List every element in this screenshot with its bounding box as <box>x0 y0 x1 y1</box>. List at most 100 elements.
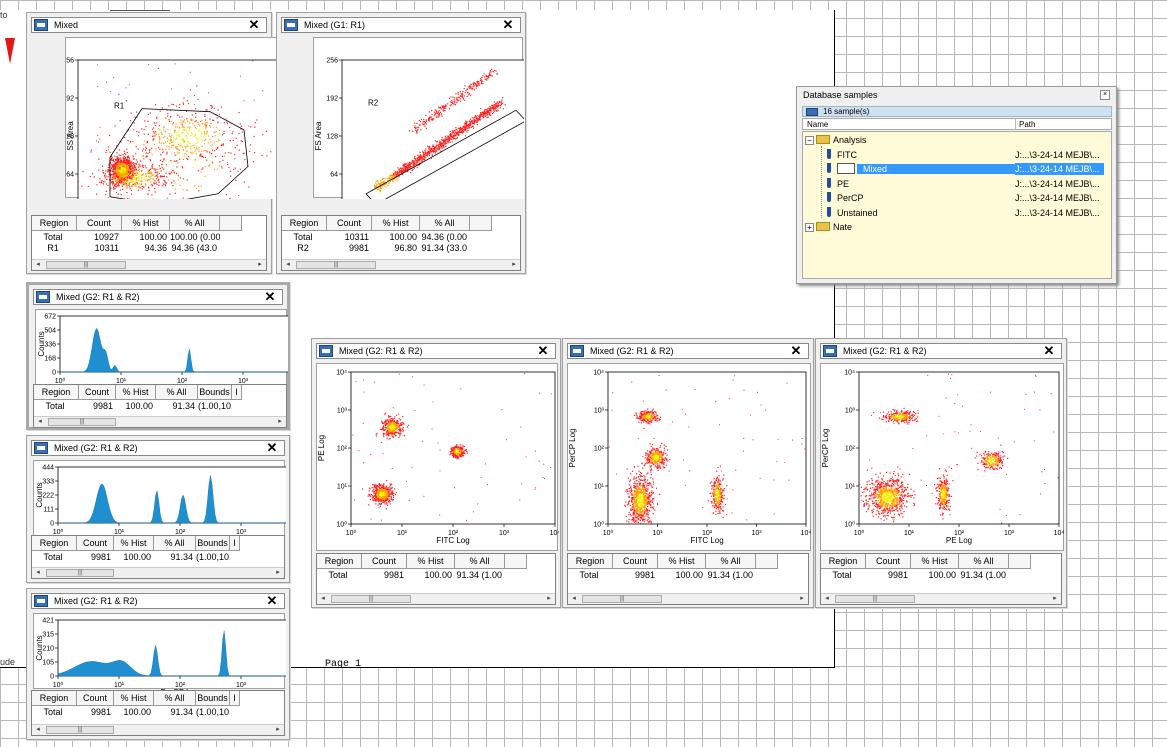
window-titlebar[interactable]: Mixed (G2: R1 & R2) ✕ <box>31 440 285 456</box>
scroll-right-icon[interactable]: ▸ <box>274 417 286 427</box>
column-path-header[interactable]: Path <box>1015 119 1035 130</box>
scroll-left-icon[interactable]: ◂ <box>34 417 46 427</box>
column-header[interactable]: % Hist <box>114 691 154 706</box>
column-header[interactable]: Region <box>34 385 79 400</box>
scroll-thumb[interactable]: ||| <box>48 418 116 426</box>
region-stats-table[interactable]: Region Count% Hist% All Total 10311 100.00 94… <box>281 215 521 271</box>
column-header[interactable]: % All <box>170 216 220 231</box>
horizontal-scrollbar[interactable]: ◂ ||| ▸ <box>32 567 284 578</box>
column-header[interactable]: % All <box>706 554 756 569</box>
window-titlebar[interactable]: Mixed (G2: R1 & R2) ✕ <box>820 343 1062 359</box>
column-header[interactable]: Bounds <box>196 691 230 706</box>
column-header[interactable]: % All <box>420 216 470 231</box>
column-header[interactable]: Region <box>32 536 77 551</box>
close-button[interactable]: ✕ <box>262 441 282 455</box>
column-header[interactable]: Count <box>866 554 911 569</box>
column-header[interactable]: Bounds <box>198 385 232 400</box>
scroll-thumb[interactable]: ||| <box>46 261 126 269</box>
horizontal-scrollbar[interactable]: ◂ ||| ▸ <box>32 724 284 735</box>
column-header[interactable]: Region <box>32 691 77 706</box>
close-button[interactable]: ✕ <box>260 290 280 304</box>
column-header[interactable]: % Hist <box>114 536 154 551</box>
scroll-left-icon[interactable]: ◂ <box>317 594 329 604</box>
close-button[interactable]: ✕ <box>533 344 553 358</box>
plot-window[interactable]: Mixed✕064128192256256192128640FS AreaSS … <box>26 12 279 274</box>
scroll-thumb[interactable]: ||| <box>835 595 915 603</box>
scroll-right-icon[interactable]: ▸ <box>272 568 284 578</box>
plot-window[interactable]: Mixed (G2: R1 & R2) ✕ 10⁰ 10¹ 10² 10³ 10⁴ 10⁴ 10… <box>815 338 1067 608</box>
column-header[interactable] <box>470 216 492 231</box>
region-stats-table[interactable]: Region Count% Hist% All Total 9981 100.00 91.… <box>820 553 1062 605</box>
region-stats-table[interactable]: Region Count% Hist% All Total 9981 100.00 91.… <box>567 553 809 605</box>
close-icon[interactable]: × <box>1100 90 1110 100</box>
scroll-right-icon[interactable]: ▸ <box>543 594 555 604</box>
column-header[interactable]: Count <box>77 691 114 706</box>
region-stats-table[interactable]: Region Count% Hist% All Bounds I Total 9981 10… <box>33 384 287 428</box>
tree-sample-item[interactable]: Mixed <box>827 163 1018 175</box>
column-header[interactable]: Bounds <box>196 536 230 551</box>
close-button[interactable]: ✕ <box>262 594 282 608</box>
region-stats-table[interactable]: Region Count% Hist% All Total 10927 100.00 10… <box>31 215 267 271</box>
tree-sample-item[interactable]: FITC <box>827 148 857 161</box>
tree-folder-item[interactable]: + Nate <box>805 221 852 233</box>
column-header[interactable]: % All <box>455 554 505 569</box>
close-button[interactable]: ✕ <box>244 18 264 32</box>
column-header[interactable] <box>220 216 242 231</box>
horizontal-scrollbar[interactable]: ◂ ||| ▸ <box>34 416 286 427</box>
column-header[interactable]: Region <box>568 554 613 569</box>
column-header[interactable]: % Hist <box>122 216 170 231</box>
column-header[interactable]: I <box>230 536 240 551</box>
column-header[interactable] <box>756 554 778 569</box>
column-name-header[interactable]: Name <box>807 119 828 130</box>
expand-icon[interactable]: + <box>805 223 814 232</box>
scroll-thumb[interactable]: ||| <box>46 569 114 577</box>
scroll-right-icon[interactable]: ▸ <box>254 260 266 270</box>
window-titlebar[interactable]: Mixed (G2: R1 & R2) ✕ <box>567 343 809 359</box>
close-button[interactable]: ✕ <box>786 344 806 358</box>
plot-window[interactable]: Mixed (G2: R1 & R2)✕10⁰10¹10²10³10⁴42131… <box>26 588 290 740</box>
column-header[interactable]: Region <box>317 554 362 569</box>
column-header[interactable]: % Hist <box>372 216 420 231</box>
scroll-left-icon[interactable]: ◂ <box>568 594 580 604</box>
tree-sample-item[interactable]: PerCP <box>827 192 864 204</box>
scroll-left-icon[interactable]: ◂ <box>821 594 833 604</box>
window-titlebar[interactable]: Mixed (G2: R1 & R2) ✕ <box>316 343 556 359</box>
plot-window[interactable]: Mixed (G2: R1 & R2)✕10⁰10¹10²10³10⁴44433… <box>26 435 290 583</box>
column-header[interactable]: % All <box>154 691 196 706</box>
column-header[interactable]: % All <box>156 385 198 400</box>
window-titlebar[interactable]: Mixed ✕ <box>31 17 267 33</box>
column-header[interactable] <box>505 554 527 569</box>
window-titlebar[interactable]: Mixed (G1: R1) ✕ <box>281 17 521 33</box>
sample-tree[interactable]: − Analysis FITC J:...\3-24-14 MEJB\... Mixed… <box>802 131 1112 279</box>
column-header[interactable]: % All <box>154 536 196 551</box>
horizontal-scrollbar[interactable]: ◂ ||| ▸ <box>32 259 266 270</box>
scroll-right-icon[interactable]: ▸ <box>796 594 808 604</box>
column-header[interactable]: Count <box>362 554 407 569</box>
scroll-left-icon[interactable]: ◂ <box>32 725 44 735</box>
close-button[interactable]: ✕ <box>498 18 518 32</box>
column-header[interactable]: Region <box>32 216 77 231</box>
column-header[interactable]: Count <box>79 385 116 400</box>
column-header[interactable]: I <box>232 385 242 400</box>
scroll-thumb[interactable]: ||| <box>296 261 376 269</box>
scroll-left-icon[interactable]: ◂ <box>282 260 294 270</box>
scroll-left-icon[interactable]: ◂ <box>32 260 44 270</box>
scroll-right-icon[interactable]: ▸ <box>1049 594 1061 604</box>
horizontal-scrollbar[interactable]: ◂ ||| ▸ <box>317 593 555 604</box>
horizontal-scrollbar[interactable]: ◂ ||| ▸ <box>282 259 520 270</box>
column-header[interactable]: Count <box>77 536 114 551</box>
column-header[interactable]: Region <box>821 554 866 569</box>
horizontal-scrollbar[interactable]: ◂ ||| ▸ <box>821 593 1061 604</box>
scroll-left-icon[interactable]: ◂ <box>32 568 44 578</box>
column-header[interactable]: Count <box>327 216 372 231</box>
horizontal-scrollbar[interactable]: ◂ ||| ▸ <box>568 593 808 604</box>
column-header[interactable]: % All <box>959 554 1009 569</box>
collapse-icon[interactable]: − <box>805 136 814 145</box>
plot-window[interactable]: Mixed (G2: R1 & R2)✕10⁰10¹10²10³10⁴67250… <box>26 282 290 430</box>
column-header[interactable]: Count <box>613 554 658 569</box>
region-stats-table[interactable]: Region Count% Hist% All Total 9981 100.00 91.… <box>316 553 556 605</box>
scroll-thumb[interactable]: ||| <box>331 595 411 603</box>
database-samples-window[interactable]: Database samples × 16 sample(s) Name Pat… <box>796 86 1117 284</box>
window-titlebar[interactable]: Mixed (G2: R1 & R2) ✕ <box>31 593 285 609</box>
column-header[interactable]: I <box>230 691 240 706</box>
